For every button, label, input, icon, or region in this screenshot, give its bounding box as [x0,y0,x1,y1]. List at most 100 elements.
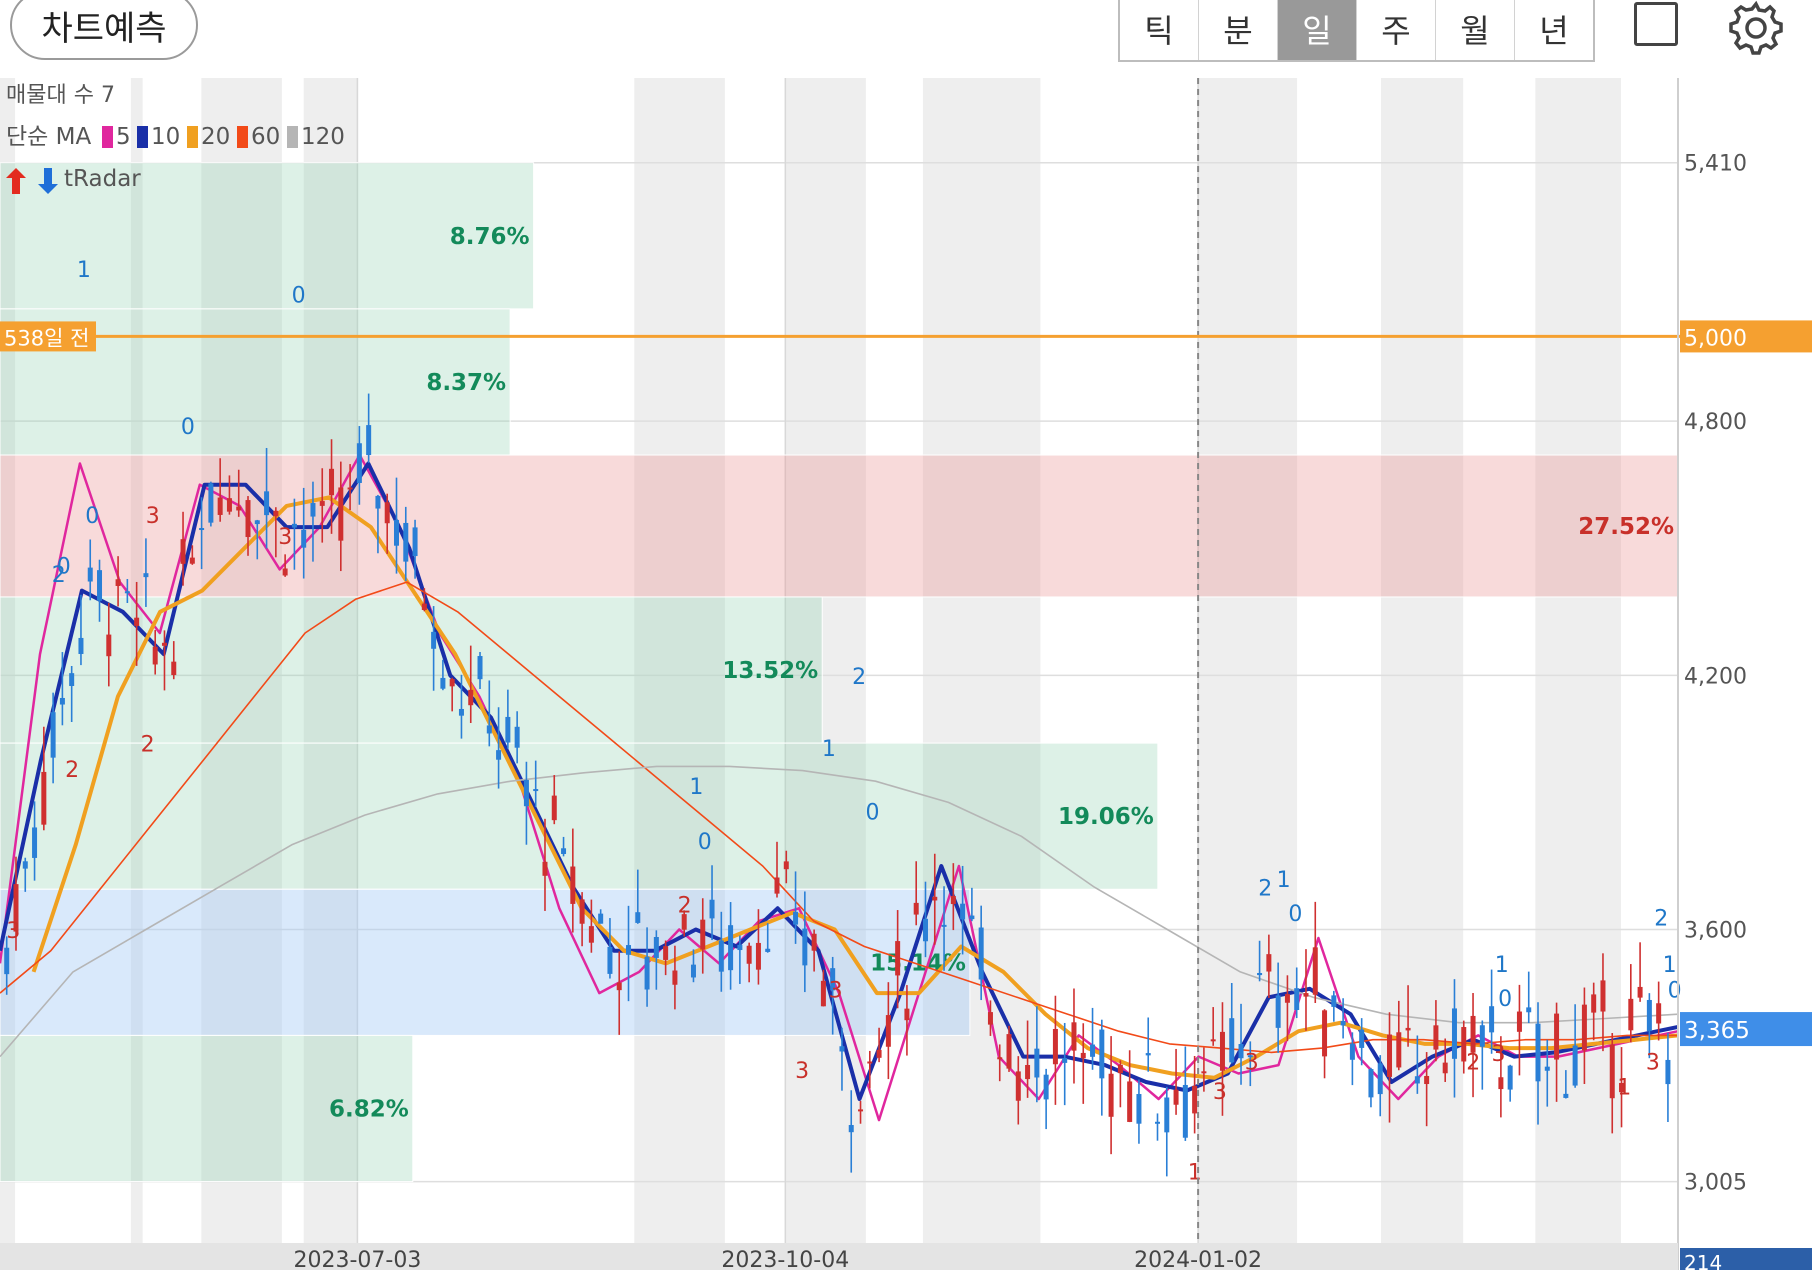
ma-legend-swatch-20 [187,126,198,148]
candle-body [690,964,696,978]
signal-label-14: 1 [822,737,836,762]
candle-body [1451,1008,1457,1059]
ma-legend-swatch-5 [102,126,113,148]
candle-body [533,789,539,792]
candle-body [1563,1093,1569,1098]
candle-body [1164,1097,1170,1133]
candle-body [1470,1015,1476,1053]
candle-body [319,501,325,506]
ma-legend-swatch-10 [137,126,148,148]
candle-body [700,919,706,950]
candle-body [1414,1076,1420,1084]
signal-label-29: 1 [1617,1076,1631,1101]
candle-body [87,567,93,582]
tab-2[interactable]: 일 [1278,0,1357,60]
candle-body [960,903,966,920]
candle-body [1535,1023,1541,1082]
candle-body [477,656,483,680]
candle-body [1516,1011,1522,1032]
candle-body [1359,1029,1365,1048]
candle-body [1312,947,1318,995]
candle-body [997,1057,1003,1060]
candle-body [161,642,167,646]
square-icon[interactable] [1634,2,1678,46]
candle-body [264,491,270,516]
ma-legend-swatch-60 [237,126,248,148]
candle-body [254,520,260,525]
gear-icon[interactable] [1728,0,1784,56]
candle-body [1507,1065,1513,1090]
candle-body [78,637,84,654]
candle-body [449,679,455,687]
candle-body [458,708,464,716]
zone-label-6: 6.82% [329,1096,409,1122]
candle-body [802,928,808,966]
tab-1[interactable]: 분 [1199,0,1278,60]
candle-body [301,529,307,548]
candle-body [1090,1044,1096,1057]
signal-label-32: 1 [1663,953,1677,978]
candle-body [1646,999,1652,1032]
candle-body [737,944,743,951]
candle-body [1275,995,1281,1028]
signal-label-5: 0 [292,284,306,309]
tab-4[interactable]: 월 [1436,0,1515,60]
candle-body [867,1061,873,1064]
candle-body [59,697,65,705]
candle-body [180,539,186,564]
candle-body [1637,986,1643,998]
candle-body [987,1012,993,1025]
price-chart[interactable]: 8.76%8.37%27.52%13.52%19.06%15.14%6.82%1… [0,78,1812,1274]
candle-body [4,947,10,975]
candle-body [1498,1077,1504,1090]
ma-legend-prefix: 단순 MA [6,124,91,150]
x-tick-label-0: 2023-07-03 [293,1248,421,1270]
candle-body [189,557,195,564]
volume-zone-3 [0,596,823,744]
candle-body [403,522,409,562]
candle-body [440,677,446,689]
candle-body [1062,1058,1068,1063]
reference-line-label: 538일 전 [4,326,89,350]
candle-body [765,948,771,952]
candle-body [1405,1027,1411,1031]
candle-body [226,498,232,512]
period-tabs: 틱분일주월년 [1118,0,1595,62]
candle-body [1479,1025,1485,1047]
candle-body [1656,1003,1662,1024]
candle-body [1665,1059,1671,1085]
shade-band [1380,78,1464,1243]
candle-body [514,726,520,748]
candle-body [1368,1069,1374,1098]
shade-band [922,78,1041,1243]
chart-predict-button[interactable]: 차트예측 [10,0,198,60]
candle-body [858,1109,864,1112]
x-tick-label-2: 2024-01-02 [1134,1248,1262,1270]
candle-body [1628,998,1634,1031]
candle-body [718,940,724,972]
candle-body [1340,1020,1346,1026]
signal-label-6: 3 [6,919,20,944]
ma-legend-label-10: 10 [151,124,180,150]
ma-legend-label-5: 5 [116,124,131,150]
candle-body [635,912,641,923]
candle-body [468,689,474,706]
chart-area[interactable]: 8.76% 8.37% 27.52% 13.52% 19.06% 15.14% 6.82% 1… [0,78,1812,1274]
candle-body [69,673,75,686]
candle-body [366,425,372,456]
candle-body [1609,1044,1615,1099]
candle-body [393,519,399,546]
candle-body [1349,1043,1355,1060]
candle-body [421,603,427,610]
tab-0[interactable]: 틱 [1120,0,1199,60]
signal-label-19: 1 [1188,1160,1202,1185]
candle-body [505,716,511,743]
tab-5[interactable]: 년 [1515,0,1593,60]
signal-label-11: 1 [689,775,703,800]
tab-3[interactable]: 주 [1357,0,1436,60]
candle-body [978,927,984,980]
candle-body [820,980,826,1007]
candle-body [1554,1013,1560,1060]
candle-body [1219,1031,1225,1071]
zone-label-4: 19.06% [1058,804,1154,830]
